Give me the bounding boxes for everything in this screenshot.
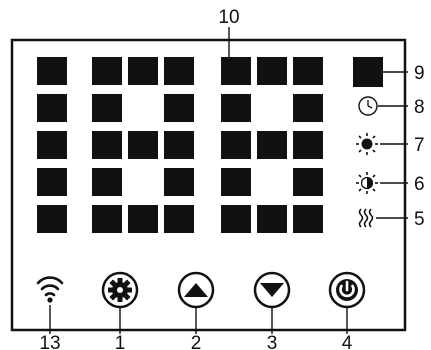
display-cell [164, 131, 194, 159]
display-cell [37, 131, 67, 159]
heating-indicator: 5 [358, 208, 425, 230]
display-cell [257, 131, 287, 159]
filled-square-icon [353, 57, 383, 87]
callout-label-9: 9 [414, 63, 425, 84]
display-cell [164, 168, 194, 196]
callout-label-4: 4 [342, 333, 353, 350]
display-cell [128, 57, 158, 85]
display-cell [293, 131, 323, 159]
timer-indicator: 8 [358, 96, 425, 118]
heat-waves-icon [358, 208, 374, 228]
display-cell [37, 168, 67, 196]
display-cell [128, 131, 158, 159]
display-cell [92, 168, 122, 196]
display-cell [37, 205, 67, 233]
display-cell [128, 205, 158, 233]
display-digit-1 [37, 57, 67, 233]
display-cell [37, 94, 67, 122]
display-cell [293, 57, 323, 85]
callout-label-2: 2 [191, 333, 202, 350]
display-cell [92, 131, 122, 159]
display-cell [221, 131, 251, 159]
thermostat-diagram: 10 9 8 7 6 5 13 1 2 3 4 [10, 7, 425, 350]
up-button[interactable]: 2 [177, 271, 215, 350]
display-cell [293, 94, 323, 122]
half-sun-icon [356, 172, 378, 194]
gear-icon [108, 278, 132, 302]
display-digit-2 [92, 57, 194, 233]
callout-label-13: 13 [39, 333, 60, 350]
display-cell [293, 168, 323, 196]
sun-icon [356, 133, 378, 155]
status-square-indicator: 9 [353, 57, 425, 87]
display-cell [257, 205, 287, 233]
display-cell [257, 57, 287, 85]
callout-label-3: 3 [267, 333, 278, 350]
display-cell [293, 205, 323, 233]
display-cell [221, 168, 251, 196]
power-button[interactable]: 4 [328, 271, 366, 350]
display-cell [92, 94, 122, 122]
display-cell [92, 57, 122, 85]
display-cell [164, 94, 194, 122]
display-cell [164, 205, 194, 233]
callout-label-display: 10 [218, 7, 239, 28]
display-cell [37, 57, 67, 85]
callout-label-1: 1 [115, 333, 126, 350]
down-button[interactable]: 3 [253, 271, 291, 350]
callout-label-7: 7 [414, 135, 425, 156]
power-icon [336, 279, 358, 301]
display-cell [221, 57, 251, 85]
display-cell [92, 205, 122, 233]
eco-mode-indicator: 6 [356, 172, 425, 195]
display-digit-3 [221, 57, 323, 233]
callout-label-8: 8 [414, 97, 425, 118]
display-cell [221, 205, 251, 233]
settings-button[interactable]: 1 [101, 271, 139, 350]
wifi-indicator: 13 [36, 276, 64, 350]
display-cell [164, 57, 194, 85]
display-cell [221, 94, 251, 122]
callout-label-6: 6 [414, 174, 425, 195]
callout-display: 10 [218, 7, 240, 62]
callout-label-5: 5 [414, 209, 425, 230]
clock-icon [358, 96, 378, 116]
wifi-icon [36, 276, 64, 297]
comfort-mode-indicator: 7 [356, 133, 425, 156]
